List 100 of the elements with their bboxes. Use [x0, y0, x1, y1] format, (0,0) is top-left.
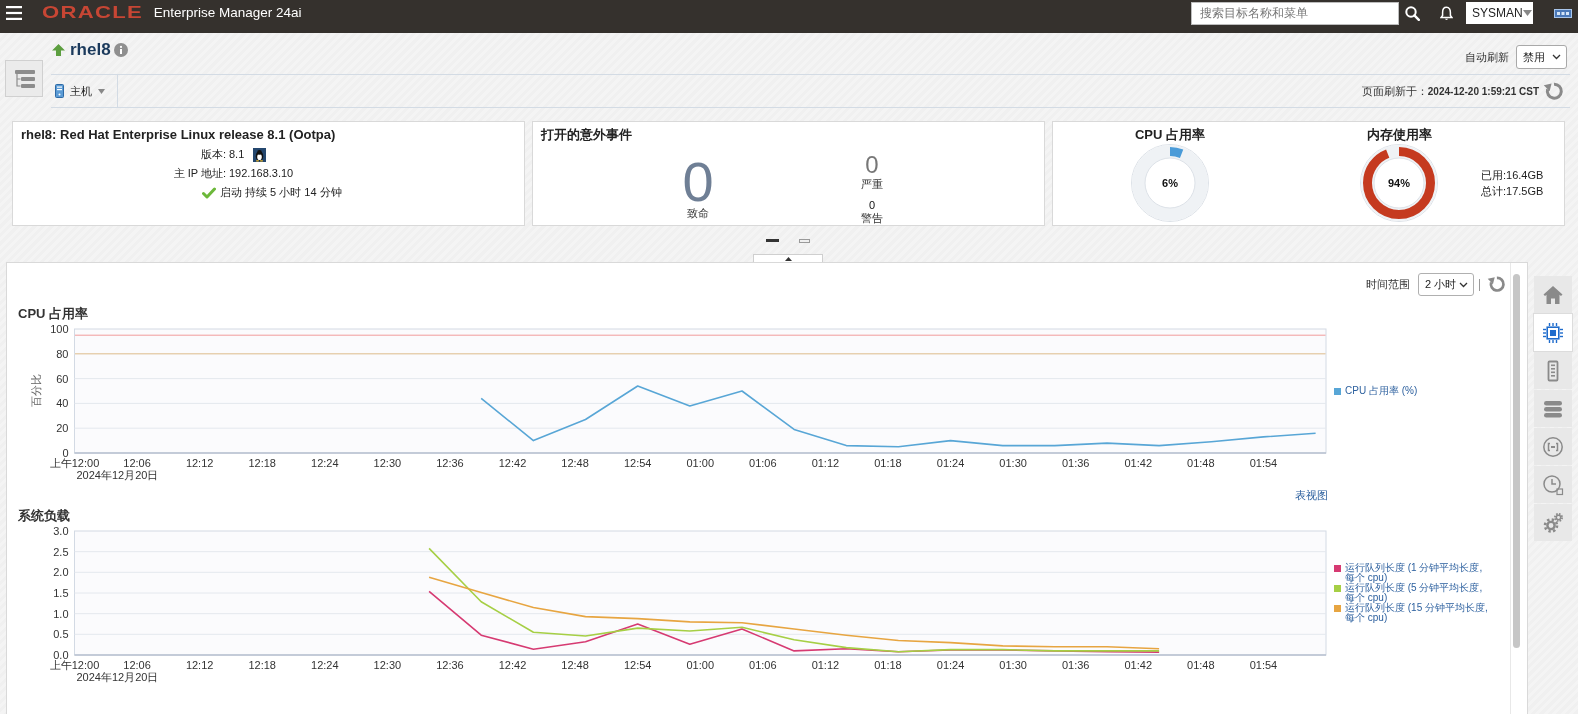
axis-tick-label: 12:42	[498, 457, 527, 469]
chart-title: CPU 占用率	[17, 306, 90, 322]
axis-tick-label: 12:06	[123, 659, 151, 671]
axis-tick-label: 60	[56, 372, 69, 385]
axis-tick-label: 01:06	[749, 457, 777, 469]
axis-tick-label: 01:36	[1061, 457, 1090, 469]
card-title: 打开的意外事件	[539, 127, 633, 143]
toolbar-button[interactable]	[1534, 390, 1572, 427]
axis-tick-label: 2.5	[53, 545, 69, 558]
memory-stat: 总计:17.5GB	[1481, 184, 1544, 199]
gauge-value: 6%	[1161, 176, 1179, 191]
axis-tick-label: 01:24	[936, 457, 965, 469]
axis-tick-label: 12:24	[311, 659, 339, 671]
axis-tick-label: 12:06	[123, 457, 151, 469]
incident-count: 0	[682, 157, 714, 207]
axis-tick-label: 1.0	[53, 607, 69, 620]
date-label: 2024年12月20日	[76, 671, 159, 683]
axis-tick-label: 12:18	[248, 457, 276, 469]
axis-tick-label: 80	[56, 347, 69, 360]
clock-icon	[1542, 473, 1564, 496]
refresh-time-label: 页面刷新于：	[1361, 83, 1428, 99]
caret-icon	[1522, 10, 1532, 16]
chart-title: 系统负载	[17, 508, 71, 524]
axis-tick-label: 12:30	[373, 659, 402, 671]
axis-tick-label: 12:42	[498, 659, 527, 671]
axis-tick-label: 12:12	[185, 457, 214, 469]
axis-tick-label: 01:42	[1124, 457, 1153, 469]
user-menu[interactable]: SYSMAN	[1466, 2, 1533, 24]
target-name: rhel8	[70, 40, 111, 60]
card-title: rhel8: Red Hat Enterprise Linux release 8.1 (Ootpa)	[20, 127, 337, 143]
toolbar-button[interactable]	[1534, 466, 1572, 503]
axis-tick-label: 01:48	[1187, 457, 1215, 469]
axis-tick-label: 12:18	[248, 659, 276, 671]
page-indicator[interactable]	[799, 238, 810, 243]
toolbar-button[interactable]	[1534, 428, 1572, 465]
incident-count: 0	[868, 199, 876, 212]
chevron-icon	[1459, 281, 1468, 288]
axis-tick-label: 12:36	[436, 659, 464, 671]
axis-tick-label: 12:54	[623, 457, 652, 469]
legend-label: 运行队列长度 (15 分钟平均长度, 每个 cpu)	[1345, 603, 1489, 623]
axis-tick-label: 01:18	[874, 659, 902, 671]
refresh-icon[interactable]	[1487, 275, 1507, 294]
axis-tick-label: 01:12	[811, 457, 840, 469]
collapse-button[interactable]	[753, 254, 823, 262]
legend-label: 运行队列长度 (1 分钟平均长度, 每个 cpu)	[1345, 563, 1484, 583]
host-menu[interactable]: 主机	[51, 75, 118, 107]
axis-tick-label: 01:42	[1124, 659, 1153, 671]
field-value: 192.168.3.10	[229, 166, 294, 181]
axis-tick-label: 20	[56, 422, 69, 435]
uptime-text: 启动 持续 5 小时 14 分钟	[220, 185, 342, 200]
toolbar-button[interactable]	[1534, 276, 1572, 313]
server-icon	[55, 84, 64, 98]
penguin-icon	[253, 147, 267, 162]
axis-tick-label: 40	[56, 397, 69, 410]
gauge-value: 94%	[1387, 176, 1411, 191]
axis-tick-label: 12:48	[561, 659, 589, 671]
toolbar-button[interactable]	[1534, 352, 1572, 389]
gear-icon	[1542, 511, 1564, 534]
axis-tick-label: 上午12:00	[49, 457, 100, 469]
date-label: 2024年12月20日	[76, 469, 159, 481]
refresh-icon[interactable]	[1543, 81, 1565, 101]
sidebar-toggle-button[interactable]	[5, 60, 43, 97]
menu-icon[interactable]	[6, 6, 22, 20]
auto-refresh-select[interactable]: 禁用	[1516, 45, 1567, 69]
axis-tick-label: 上午12:00	[49, 659, 100, 671]
axis-tick-label: 2.0	[53, 566, 69, 579]
axis-tick-label: 01:00	[686, 457, 714, 469]
search-field[interactable]: 搜索目标名称和菜单	[1191, 1, 1399, 25]
product-title: Enterprise Manager 24ai	[153, 5, 302, 21]
incident-label: 警告	[861, 212, 883, 225]
axis-tick-label: 01:54	[1249, 457, 1278, 469]
info-icon[interactable]	[113, 43, 128, 57]
table-view-link[interactable]: 表视图	[1295, 488, 1328, 502]
field-label: 主 IP 地址:	[172, 166, 226, 181]
search-icon[interactable]	[1405, 5, 1420, 21]
auto-refresh-label: 自动刷新	[1465, 49, 1509, 65]
tree-icon	[13, 69, 35, 88]
logo: ORACLE	[42, 3, 144, 23]
grid-icon[interactable]	[1554, 8, 1572, 18]
axis-tick-label: 01:48	[1187, 659, 1215, 671]
axis-tick-label: 100	[50, 323, 69, 335]
toolbar-button[interactable]	[1534, 314, 1572, 351]
axis-tick-label: 0.5	[53, 628, 69, 641]
legend-label: CPU 占用率 (%)	[1345, 386, 1419, 396]
gauge-title: CPU 占用率	[1134, 127, 1206, 143]
refresh-time-value: 2024-12-20 1:59:21 CST	[1427, 85, 1539, 97]
toolbar-button[interactable]	[1534, 504, 1572, 541]
incident-count: 0	[865, 153, 879, 177]
axis-tick-label: 01:24	[936, 659, 965, 671]
bell-icon[interactable]	[1440, 5, 1453, 21]
legend-label: 运行队列长度 (5 分钟平均长度, 每个 cpu)	[1345, 583, 1483, 603]
axis-tick-label: 01:00	[686, 659, 714, 671]
axis-tick-label: 01:06	[749, 659, 777, 671]
scrollbar-thumb[interactable]	[1513, 274, 1520, 648]
field-label: 版本:	[199, 147, 226, 162]
incident-label: 致命	[687, 207, 709, 220]
axis-tick-label: 01:18	[874, 457, 902, 469]
axis-tick-label: 01:36	[1061, 659, 1090, 671]
time-range-select[interactable]: 2 小时	[1418, 273, 1474, 296]
axis-tick-label: 12:36	[436, 457, 464, 469]
